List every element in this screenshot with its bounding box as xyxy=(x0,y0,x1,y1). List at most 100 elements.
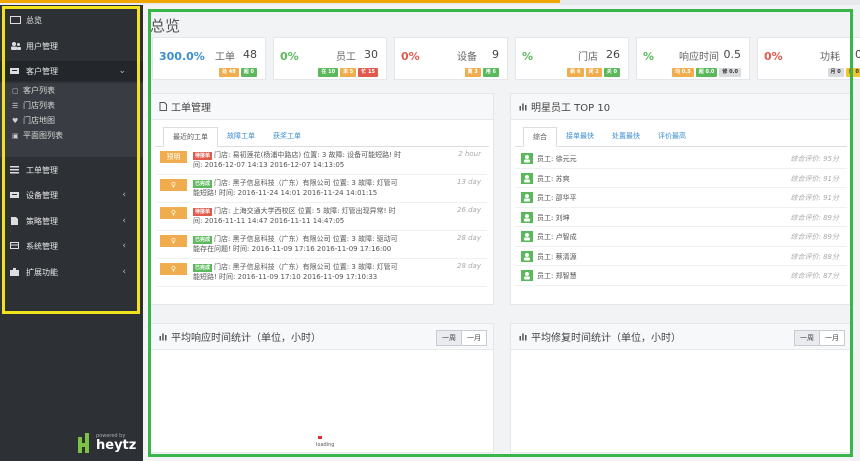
staff-name: 员工: 邵华平 xyxy=(537,194,577,202)
sidebar-subitem-store-list[interactable]: ☰ 门店列表 xyxy=(0,98,143,113)
tab-fault[interactable]: 故障工单 xyxy=(218,126,264,146)
tab-overall[interactable]: 综合 xyxy=(523,127,557,147)
loading-indicator: loading xyxy=(316,436,334,448)
sidebar-subitem-label: 门店列表 xyxy=(23,101,55,110)
staff-score: 综合评价: 88分 xyxy=(790,252,840,261)
work-order-age: 28 day xyxy=(456,234,481,242)
page-title: 总览 xyxy=(150,17,181,35)
week-button[interactable]: 一周 xyxy=(794,330,820,346)
tab-award[interactable]: 获奖工单 xyxy=(264,126,310,146)
work-order-age: 2 hour xyxy=(458,150,481,158)
sidebar-item-system[interactable]: 系统管理 ‹ xyxy=(0,236,143,256)
sidebar-subitem-floorplan-list[interactable]: ▣ 平面图列表 xyxy=(0,128,143,143)
work-order-tag: ♀ xyxy=(160,263,187,275)
staff-item[interactable]: 员工: 卢智成 综合评价: 89分 xyxy=(515,227,847,247)
work-orders-panel: 工单管理 最近的工单 故障工单 获奖工单 预明 待接单 门店: 易初莲花(杨浦中路店… xyxy=(150,93,494,305)
work-orders-tabs: 最近的工单 故障工单 获奖工单 xyxy=(155,125,489,147)
tab-recent[interactable]: 最近的工单 xyxy=(163,127,218,147)
work-order-item[interactable]: ♀ 已完成 门店: 黑子信息科技（广东）有限公司 位置: 3 故障: 驱动可 能存在问… xyxy=(157,231,487,259)
month-button[interactable]: 一月 xyxy=(819,330,845,346)
status-badge: 日 0 xyxy=(845,68,860,77)
work-order-item[interactable]: ♀ 待接单 门店: 上海交通大学西校区 位置: 5 故障: 灯管出现异常! 时间: … xyxy=(157,203,487,231)
bar-chart-icon xyxy=(159,332,168,341)
stat-percent: 0% xyxy=(280,50,299,63)
device-icon xyxy=(10,191,21,199)
sidebar-item-label: 用户管理 xyxy=(26,41,58,51)
sidebar-item-workorders[interactable]: 工单管理 xyxy=(0,160,143,180)
work-order-status-badge: 待接单 xyxy=(193,152,213,160)
sidebar-item-overview[interactable]: 总览 xyxy=(0,10,143,30)
work-order-time: 间: 2016-11-11 14:47 2016-11-11 14:47:05 xyxy=(193,217,345,225)
heytz-logo-icon xyxy=(78,433,93,453)
week-button[interactable]: 一周 xyxy=(436,330,462,346)
staff-score: 综合评价: 89分 xyxy=(790,233,840,241)
top-staff-tabs: 综合 接单最快 处置最快 评价最高 xyxy=(515,125,847,147)
work-order-item[interactable]: ♀ 已完成 门店: 黑子信息科技（广东）有限公司 位置: 3 故障: 灯管可 能短路!… xyxy=(157,259,487,287)
staff-item[interactable]: 员工: 徐元元 综合评价: 95分 xyxy=(515,149,847,169)
status-badge: 用 6 xyxy=(482,68,499,77)
sidebar-item-label: 系统管理 xyxy=(26,241,58,251)
policy-icon xyxy=(10,217,21,225)
work-order-text: 门店: 易初莲花(杨浦中路店) 位置: 3 故障: 设备可能短路! 时 xyxy=(214,151,402,159)
chevron-down-icon: ⌄ xyxy=(118,66,126,76)
work-orders-list: 预明 待接单 门店: 易初莲花(杨浦中路店) 位置: 3 故障: 设备可能短路! 时… xyxy=(151,147,493,287)
stat-card: 0% 设备 9 离 3用 6 xyxy=(394,37,508,80)
sidebar-subitem-store-map[interactable]: ♥ 门店地图 xyxy=(0,113,143,128)
stat-badges: 处 48 超 0 xyxy=(219,68,257,77)
staff-item[interactable]: 员工: 苏爽 综合评价: 91分 xyxy=(515,169,847,188)
sidebar-submenu: ▢ 客户列表 ☰ 门店列表 ♥ 门店地图 ▣ 平面图列表 xyxy=(0,83,143,157)
loading-spinner-icon xyxy=(318,436,322,439)
chevron-left-icon: ‹ xyxy=(122,190,126,200)
status-badge: 闭 2 xyxy=(585,68,602,77)
sidebar-item-users[interactable]: 用户管理 xyxy=(0,36,143,56)
work-order-tag: ♀ xyxy=(160,235,187,247)
staff-name: 员工: 苏爽 xyxy=(537,174,570,183)
staff-item[interactable]: 员工: 蔡清源 综合评价: 88分 xyxy=(515,247,847,266)
tab-fastest-accept[interactable]: 接单最快 xyxy=(557,126,603,146)
brand-logo: powered by heytz xyxy=(78,433,136,453)
stat-badges: 离 3用 6 xyxy=(464,68,499,77)
work-order-time: 能短路! 时间: 2016-11-24 14:01 2016-11-24 14:… xyxy=(193,189,378,197)
stat-label: 设备 xyxy=(457,52,477,63)
sidebar-subitem-label: 门店地图 xyxy=(23,116,55,125)
sidebar-subitem-customer-list[interactable]: ▢ 客户列表 xyxy=(0,83,143,98)
work-order-item[interactable]: ♀ 已完成 门店: 黑子信息科技（广东）有限公司 位置: 3 故障: 灯管可 能短路!… xyxy=(157,175,487,203)
panel-header: 明星员工 TOP 10 xyxy=(511,94,851,120)
stats-row: 300.0% 工单 48 处 48 超 0 0% 员工 30 在 10 未 5忙 15 0% 设备 9 离… xyxy=(148,37,860,83)
tab-fastest-handle[interactable]: 处置最快 xyxy=(603,126,649,146)
response-period-toggle: 一周 一月 xyxy=(436,330,487,346)
sidebar-item-label: 工单管理 xyxy=(26,165,58,175)
stat-label: 功耗 xyxy=(820,52,840,63)
staff-score: 综合评价: 91分 xyxy=(790,194,840,202)
stat-value: 30 xyxy=(364,48,378,61)
work-order-tag: ♀ xyxy=(160,207,187,219)
file-icon xyxy=(159,102,168,111)
stat-percent: % xyxy=(522,50,534,63)
work-order-item[interactable]: 预明 待接单 门店: 易初莲花(杨浦中路店) 位置: 3 故障: 设备可能短路! 时… xyxy=(157,147,487,175)
user-avatar-icon xyxy=(521,270,533,281)
status-badge: 未 5 xyxy=(340,68,357,77)
sidebar-item-extensions[interactable]: 扩展功能 ‹ xyxy=(0,262,143,282)
staff-score: 综合评价: 91分 xyxy=(790,174,840,183)
staff-item[interactable]: 员工: 郑智慧 综合评价: 87分 xyxy=(515,266,847,286)
stat-card: % 门店 26 新 6闭 2关 0 xyxy=(515,37,629,80)
staff-item[interactable]: 员工: 邵华平 综合评价: 91分 xyxy=(515,188,847,208)
top-staff-panel: 明星员工 TOP 10 综合 接单最快 处置最快 评价最高 员工: 徐元元 综合评… xyxy=(510,93,852,305)
repair-period-toggle: 一周 一月 xyxy=(794,330,845,346)
sidebar-item-customers[interactable]: 客户管理 ⌄ xyxy=(0,61,143,81)
top-staff-title: 明星员工 TOP 10 xyxy=(531,103,611,114)
staff-score: 综合评价: 95分 xyxy=(790,155,840,163)
file-icon: ▢ xyxy=(12,86,19,95)
month-button[interactable]: 一月 xyxy=(461,330,487,346)
staff-item[interactable]: 员工: 刘坤 综合评价: 89分 xyxy=(515,208,847,227)
sidebar-item-policies[interactable]: 策略管理 ‹ xyxy=(0,211,143,231)
tab-highest-rating[interactable]: 评价最高 xyxy=(649,126,695,146)
sidebar-item-label: 扩展功能 xyxy=(26,267,58,277)
sidebar-item-devices[interactable]: 设备管理 ‹ xyxy=(0,185,143,205)
stat-label: 响应时间 xyxy=(679,52,719,63)
stat-badges: 在 10 未 5忙 15 xyxy=(318,68,378,77)
work-order-text: 门店: 上海交通大学西校区 位置: 5 故障: 灯管出现异常! 时 xyxy=(214,207,396,215)
response-time-title: 平均响应时间统计（单位，小时） xyxy=(171,333,321,344)
staff-score: 综合评价: 89分 xyxy=(790,213,840,222)
map-pin-icon: ♥ xyxy=(12,116,19,125)
